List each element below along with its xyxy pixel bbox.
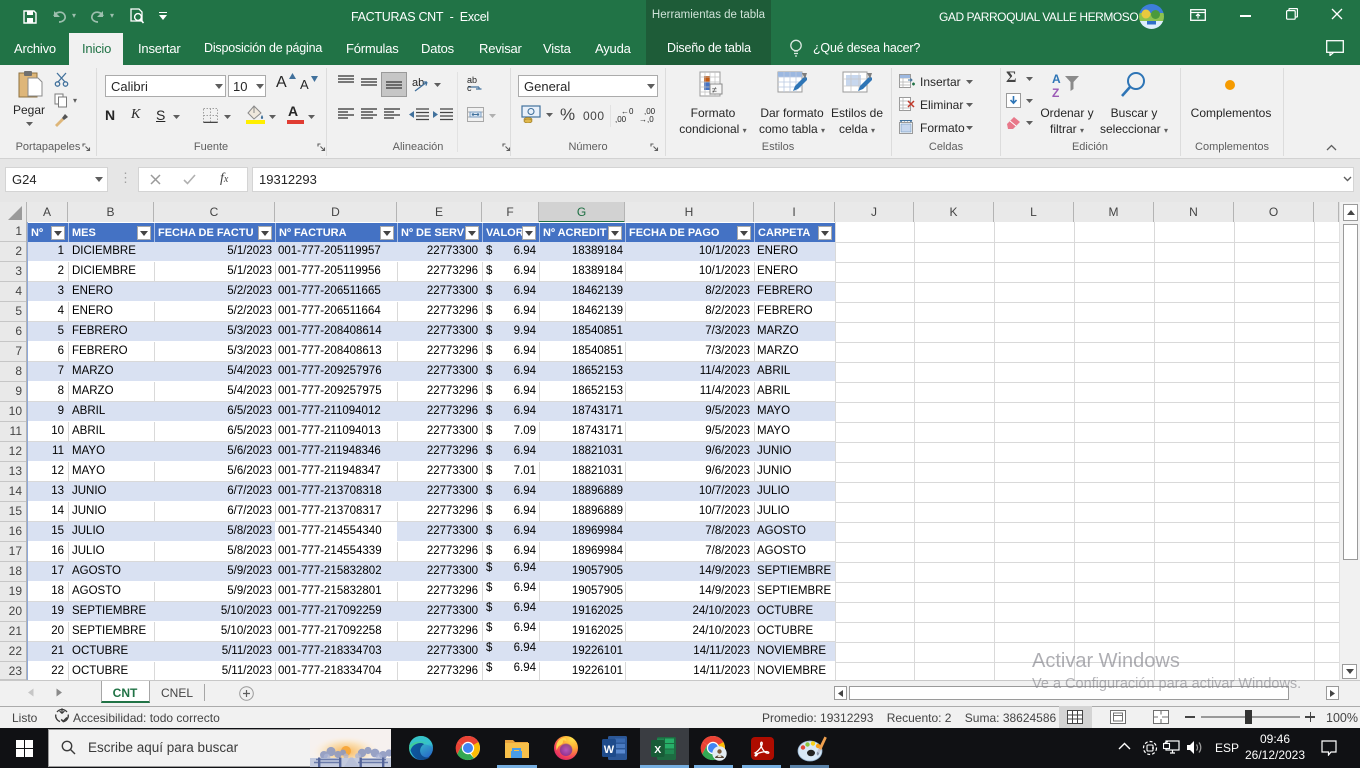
svg-text:c: c [467, 83, 472, 91]
svg-text:A: A [1052, 72, 1061, 86]
svg-text:Z: Z [1052, 86, 1059, 100]
svg-text:→,0: →,0 [639, 115, 654, 123]
svg-text:ab: ab [412, 77, 424, 89]
svg-text:W: W [604, 744, 615, 756]
svg-text:,00: ,00 [615, 115, 627, 123]
svg-text:X: X [654, 744, 661, 756]
svg-text:≠: ≠ [712, 85, 717, 95]
